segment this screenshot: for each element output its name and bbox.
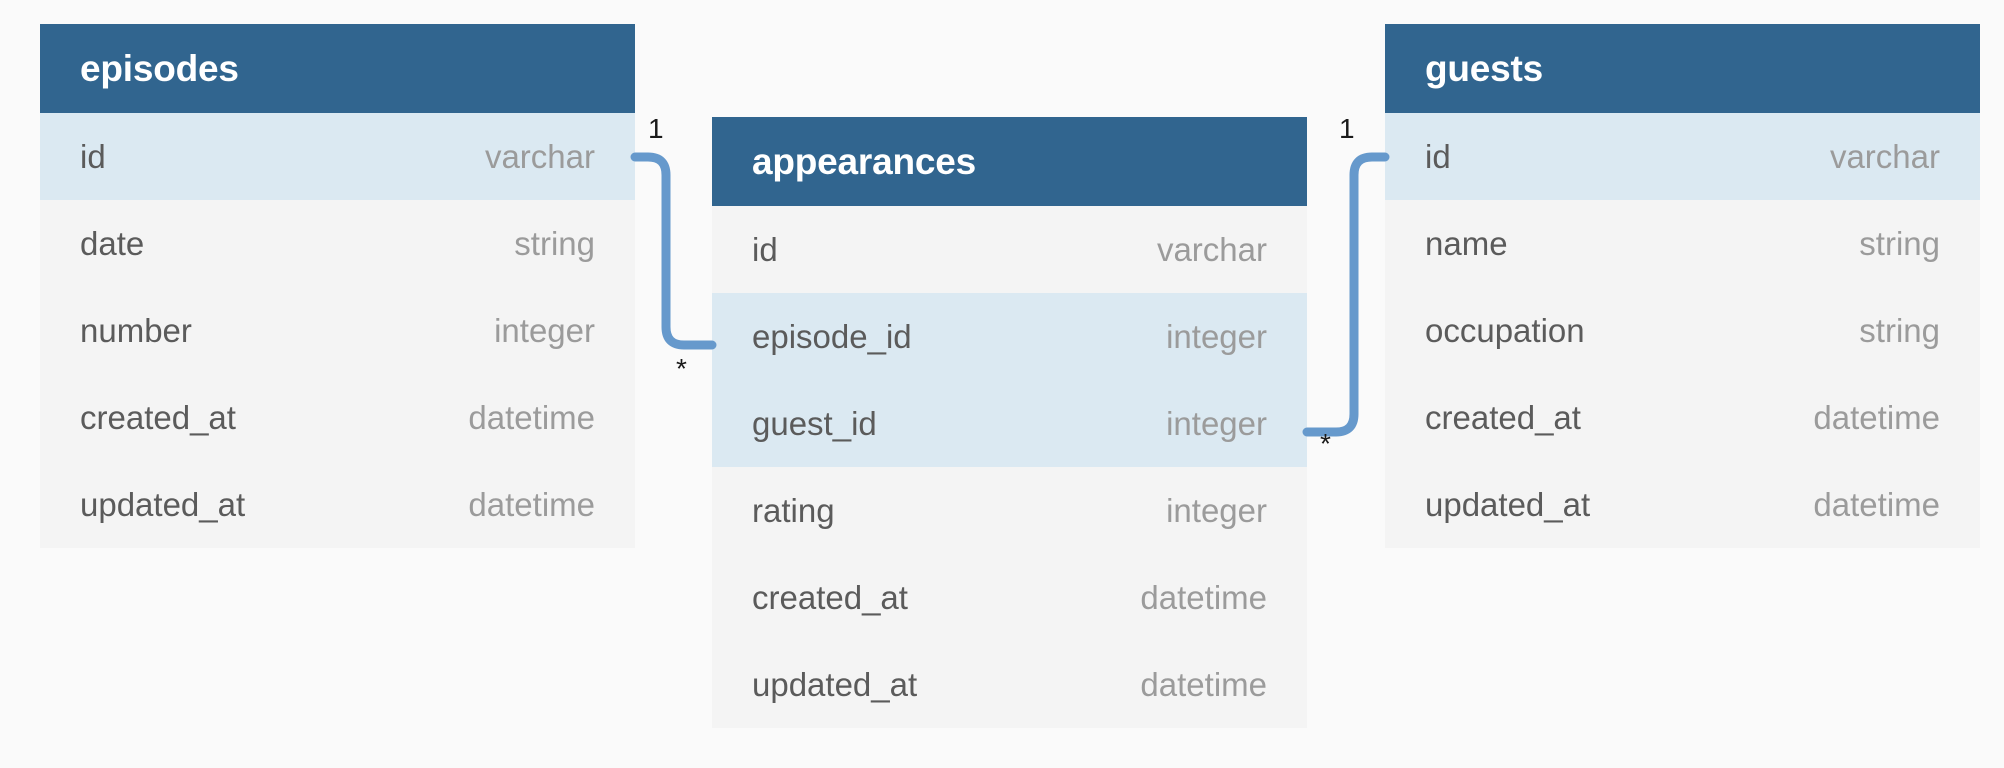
relationship-line-episodes-appearances: [630, 152, 717, 350]
field-row-appearances-guest-id[interactable]: guest_id integer: [712, 380, 1307, 467]
field-name: updated_at: [752, 666, 918, 703]
entity-title-guests: guests: [1425, 48, 1544, 89]
field-row-appearances-id[interactable]: id varchar: [712, 206, 1307, 293]
entity-title-appearances: appearances: [752, 141, 977, 182]
field-name: id: [1425, 138, 1451, 175]
field-name: rating: [752, 492, 835, 529]
field-type: datetime: [1813, 486, 1940, 523]
field-type: string: [1859, 225, 1940, 262]
cardinality-label-appearances-guest-many: *: [1320, 428, 1331, 459]
field-row-episodes-date[interactable]: date string: [40, 200, 635, 287]
field-type: integer: [1166, 318, 1267, 355]
field-name: guest_id: [752, 405, 877, 442]
field-row-appearances-created-at[interactable]: created_at datetime: [712, 554, 1307, 641]
field-type: varchar: [484, 138, 595, 175]
field-name: name: [1425, 225, 1508, 262]
field-row-appearances-episode-id[interactable]: episode_id integer: [712, 293, 1307, 380]
field-type: datetime: [1140, 579, 1267, 616]
entity-table-guests[interactable]: guests id varchar name string occupation…: [1385, 24, 1980, 548]
entity-header-guests[interactable]: guests: [1385, 24, 1980, 113]
field-row-guests-updated-at[interactable]: updated_at datetime: [1385, 461, 1980, 548]
entity-table-episodes[interactable]: episodes id varchar date string number i…: [40, 24, 635, 548]
field-name: date: [80, 225, 145, 262]
field-type: varchar: [1829, 138, 1940, 175]
field-name: created_at: [1425, 399, 1581, 436]
field-row-episodes-created-at[interactable]: created_at datetime: [40, 374, 635, 461]
field-row-guests-occupation[interactable]: occupation string: [1385, 287, 1980, 374]
field-name: occupation: [1425, 312, 1585, 349]
field-row-appearances-updated-at[interactable]: updated_at datetime: [712, 641, 1307, 728]
field-type: datetime: [468, 486, 595, 523]
field-row-episodes-updated-at[interactable]: updated_at datetime: [40, 461, 635, 548]
field-name: created_at: [752, 579, 908, 616]
cardinality-label-appearances-episode-many: *: [676, 353, 687, 384]
relationship-line-guests-appearances: [1302, 152, 1390, 437]
field-row-episodes-number[interactable]: number integer: [40, 287, 635, 374]
field-type: datetime: [468, 399, 595, 436]
field-row-guests-id[interactable]: id varchar: [1385, 113, 1980, 200]
field-type: string: [1859, 312, 1940, 349]
field-type: integer: [1166, 405, 1267, 442]
field-name: updated_at: [80, 486, 246, 523]
field-name: episode_id: [752, 318, 912, 355]
field-type: string: [514, 225, 595, 262]
field-row-guests-created-at[interactable]: created_at datetime: [1385, 374, 1980, 461]
field-name: id: [752, 231, 778, 268]
field-type: varchar: [1156, 231, 1267, 268]
cardinality-label-episodes-one: 1: [648, 113, 664, 144]
field-type: integer: [494, 312, 595, 349]
entity-title-episodes: episodes: [80, 48, 239, 89]
er-diagram-canvas: episodes id varchar date string number i…: [0, 0, 2004, 768]
entity-table-appearances[interactable]: appearances id varchar episode_id intege…: [712, 117, 1307, 728]
entity-header-appearances[interactable]: appearances: [712, 117, 1307, 206]
cardinality-label-guests-one: 1: [1339, 113, 1355, 144]
field-row-episodes-id[interactable]: id varchar: [40, 113, 635, 200]
field-name: updated_at: [1425, 486, 1591, 523]
entity-header-episodes[interactable]: episodes: [40, 24, 635, 113]
field-row-appearances-rating[interactable]: rating integer: [712, 467, 1307, 554]
field-type: datetime: [1140, 666, 1267, 703]
field-row-guests-name[interactable]: name string: [1385, 200, 1980, 287]
field-type: datetime: [1813, 399, 1940, 436]
field-name: number: [80, 312, 192, 349]
field-name: created_at: [80, 399, 236, 436]
field-name: id: [80, 138, 106, 175]
field-type: integer: [1166, 492, 1267, 529]
